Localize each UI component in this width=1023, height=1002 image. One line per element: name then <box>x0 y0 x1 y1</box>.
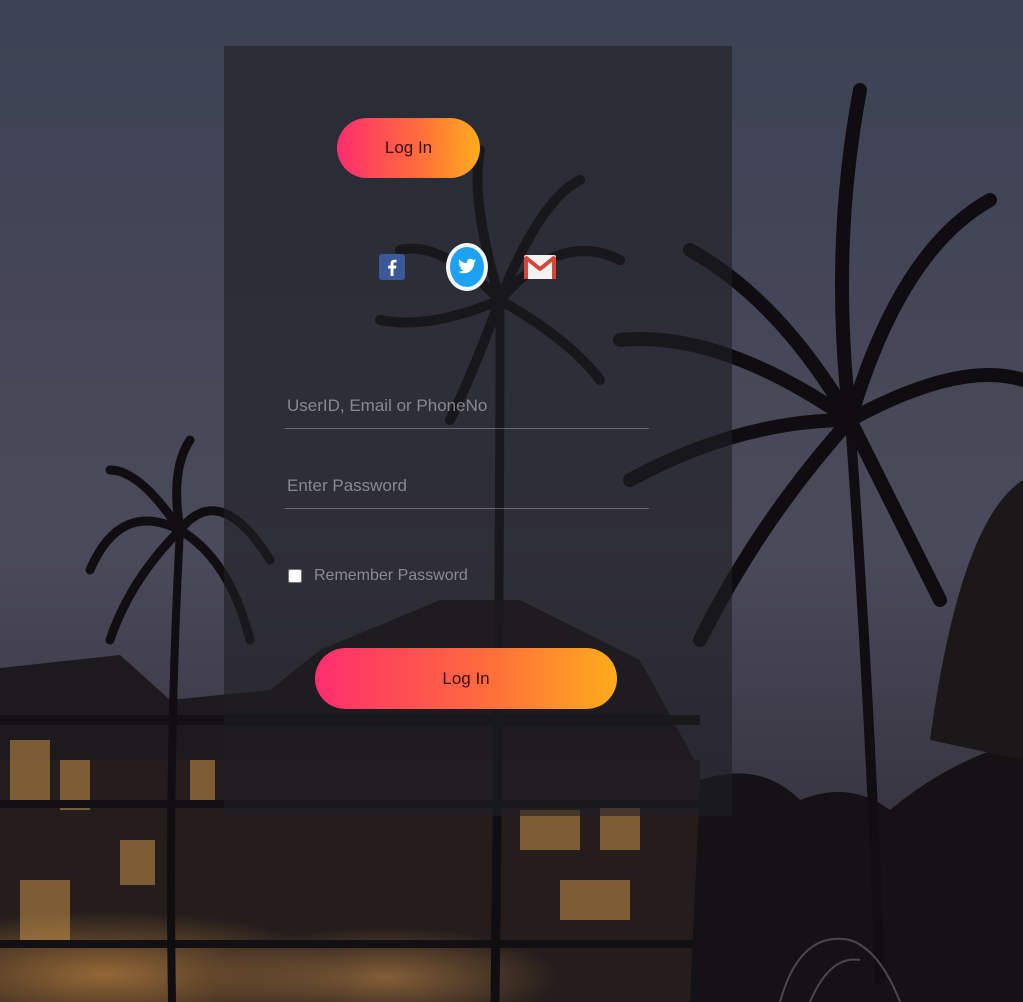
facebook-icon <box>379 254 405 280</box>
login-submit-button[interactable]: Log In <box>315 648 617 709</box>
twitter-login-link[interactable] <box>445 242 489 292</box>
password-input[interactable] <box>285 464 649 509</box>
remember-password-checkbox[interactable] <box>288 569 302 583</box>
login-tab-button[interactable]: Log In <box>337 118 480 178</box>
remember-password-row: Remember Password <box>288 567 468 585</box>
facebook-login-link[interactable] <box>379 242 405 292</box>
gmail-login-link[interactable] <box>523 242 557 292</box>
user-id-input[interactable] <box>285 384 649 429</box>
remember-password-label: Remember Password <box>314 567 468 584</box>
twitter-icon <box>446 243 488 291</box>
gmail-icon <box>523 255 557 279</box>
